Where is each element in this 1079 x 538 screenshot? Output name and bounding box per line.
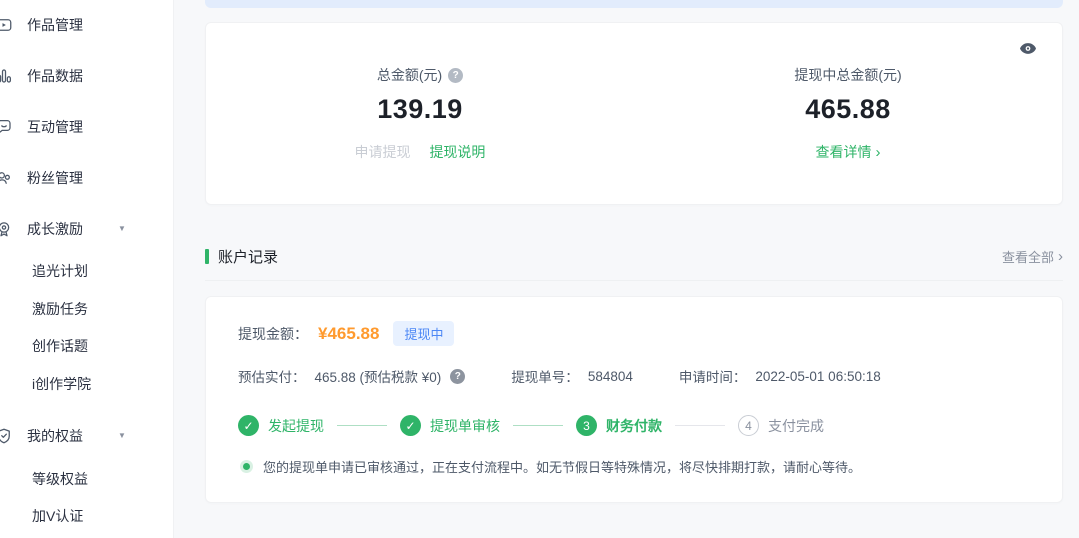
- apply-time-field: 申请时间： 2022-05-01 06:50:18: [679, 366, 881, 386]
- step-connector: [513, 425, 563, 427]
- sidebar: 作品管理 作品数据 互动管理 粉丝管理 成长激励 ▼ 追光计划 激励任务 创作话…: [0, 0, 174, 538]
- sidebar-item-label: 作品管理: [27, 15, 83, 35]
- sidebar-item-level-rights[interactable]: 等级权益: [0, 467, 173, 491]
- play-square-icon: [0, 16, 13, 34]
- sidebar-item-label: 我的权益: [27, 426, 83, 446]
- view-details-link[interactable]: 查看详情 ›: [816, 144, 881, 160]
- sidebar-item-incentive-tasks[interactable]: 激励任务: [0, 297, 173, 321]
- withdrawal-record-card: 提现金额： ¥465.88 提现中 预估实付： 465.88 (预估税款 ¥0)…: [205, 296, 1063, 503]
- status-dot-icon: [243, 463, 250, 470]
- sidebar-item-works-management[interactable]: 作品管理: [0, 13, 173, 37]
- sidebar-item-works-data[interactable]: 作品数据: [0, 64, 173, 88]
- help-icon[interactable]: ?: [448, 68, 463, 83]
- sidebar-item-label: 互动管理: [27, 117, 83, 137]
- medal-icon: [0, 220, 13, 238]
- step-number: 4: [738, 415, 759, 436]
- top-notice-banner: [205, 0, 1063, 8]
- record-amount-row: 提现金额： ¥465.88 提现中: [238, 321, 1030, 346]
- sidebar-item-label: 激励任务: [32, 299, 88, 319]
- sidebar-item-label: 作品数据: [27, 66, 83, 86]
- sidebar-item-interaction-management[interactable]: 互动管理: [0, 115, 173, 139]
- check-icon: ✓: [238, 415, 259, 436]
- chevron-right-icon: ›: [1058, 249, 1063, 264]
- sidebar-item-creation-topics[interactable]: 创作话题: [0, 334, 173, 358]
- step-connector: [337, 425, 387, 427]
- account-records-header: 账户记录 查看全部 ›: [205, 246, 1063, 281]
- sidebar-item-my-rights[interactable]: 我的权益 ▼: [0, 424, 173, 448]
- shield-check-icon: [0, 427, 13, 445]
- total-amount-value: 139.19: [206, 94, 634, 125]
- help-icon[interactable]: ?: [450, 369, 465, 384]
- chevron-down-icon[interactable]: ▼: [118, 225, 126, 233]
- balance-summary-card: 总金额(元) ? 139.19 申请提现 提现说明 提现中总金额(元) 465.…: [205, 22, 1063, 205]
- sidebar-item-v-certification[interactable]: 加V认证: [0, 504, 173, 528]
- status-message: 您的提现单申请已审核通过，正在支付流程中。如无节假日等特殊情况，将尽快排期打款，…: [263, 457, 861, 476]
- sidebar-item-fans-management[interactable]: 粉丝管理: [0, 166, 173, 190]
- apply-time-value: 2022-05-01 06:50:18: [755, 369, 880, 384]
- fans-icon: [0, 169, 13, 187]
- status-badge: 提现中: [393, 321, 454, 346]
- withdrawing-amount-value: 465.88: [634, 94, 1062, 125]
- view-all-link[interactable]: 查看全部 ›: [1002, 247, 1063, 266]
- withdraw-instructions-link[interactable]: 提现说明: [429, 144, 485, 160]
- status-message-row: 您的提现单申请已审核通过，正在支付流程中。如无节假日等特殊情况，将尽快排期打款，…: [238, 457, 1030, 476]
- comment-smile-icon: [0, 118, 13, 136]
- step-payment-complete: 4 支付完成: [738, 415, 824, 436]
- sidebar-item-label: i创作学院: [32, 374, 91, 394]
- sidebar-item-label: 加V认证: [32, 506, 83, 526]
- record-amount-label: 提现金额：: [238, 324, 308, 344]
- step-finance-payment: 3 财务付款: [576, 415, 662, 436]
- total-amount-block: 总金额(元) ? 139.19 申请提现 提现说明: [206, 65, 634, 162]
- step-initiate-withdrawal: ✓ 发起提现: [238, 415, 324, 436]
- withdrawal-progress-steps: ✓ 发起提现 ✓ 提现单审核 3 财务付款 4 支付完成: [238, 415, 1030, 436]
- sidebar-item-label: 粉丝管理: [27, 168, 83, 188]
- sidebar-item-creator-academy[interactable]: i创作学院: [0, 372, 173, 396]
- section-accent-bar: [205, 249, 209, 264]
- check-icon: ✓: [400, 415, 421, 436]
- sidebar-item-chasing-light-plan[interactable]: 追光计划: [0, 259, 173, 283]
- section-title: 账户记录: [218, 246, 278, 267]
- bar-chart-icon: [0, 67, 13, 85]
- record-fields-row: 预估实付： 465.88 (预估税款 ¥0) ? 提现单号： 584804 申请…: [238, 366, 1030, 386]
- apply-withdraw-button[interactable]: 申请提现: [355, 144, 411, 160]
- estimated-payment-value: 465.88 (预估税款 ¥0): [315, 366, 442, 386]
- chevron-down-icon[interactable]: ▼: [118, 432, 126, 440]
- sidebar-item-label: 等级权益: [32, 469, 88, 489]
- eye-icon[interactable]: [1020, 43, 1036, 54]
- record-amount-value: ¥465.88: [318, 324, 379, 344]
- estimated-payment-field: 预估实付： 465.88 (预估税款 ¥0) ?: [238, 366, 465, 386]
- withdrawal-order-value: 584804: [588, 369, 633, 384]
- withdrawing-amount-block: 提现中总金额(元) 465.88 查看详情 ›: [634, 65, 1062, 162]
- withdrawing-amount-label: 提现中总金额(元): [794, 65, 901, 85]
- chevron-right-icon: ›: [875, 144, 880, 161]
- step-number: 3: [576, 415, 597, 436]
- total-amount-label: 总金额(元): [377, 65, 442, 85]
- sidebar-item-label: 创作话题: [32, 336, 88, 356]
- sidebar-item-label: 追光计划: [32, 261, 88, 281]
- main-area: 总金额(元) ? 139.19 申请提现 提现说明 提现中总金额(元) 465.…: [174, 0, 1079, 538]
- sidebar-item-growth-incentive[interactable]: 成长激励 ▼: [0, 217, 173, 241]
- step-connector: [675, 425, 725, 427]
- step-withdrawal-review: ✓ 提现单审核: [400, 415, 500, 436]
- sidebar-item-label: 成长激励: [27, 219, 83, 239]
- withdrawal-order-field: 提现单号： 584804: [511, 366, 633, 386]
